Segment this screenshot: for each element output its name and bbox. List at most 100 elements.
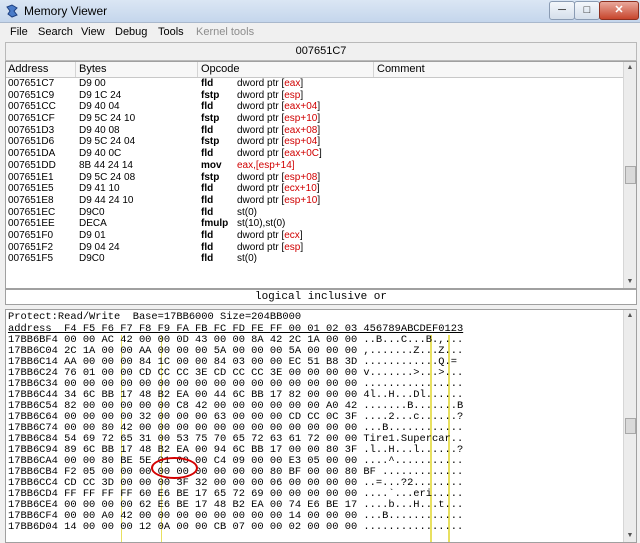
disassembler-rows: 007651C7 D9 00 fld dword ptr [eax] 007651C9 D… — [6, 78, 623, 265]
scroll-thumb[interactable] — [625, 418, 636, 434]
operand-prefix: dword ptr [ — [237, 229, 285, 241]
operand-suffix: ] — [319, 148, 322, 160]
operand-suffix: ] — [300, 89, 304, 101]
menu-file[interactable]: File — [10, 26, 28, 38]
current-address-bar[interactable]: 007651C7 — [5, 42, 637, 61]
menu-debug[interactable]: Debug — [115, 26, 147, 38]
operand-register: esp+10 — [284, 194, 318, 206]
disasm-mnemonic: fld — [201, 194, 214, 206]
operand-prefix: dword ptr [ — [237, 171, 285, 183]
disasm-row[interactable]: 007651C7 D9 00 fld dword ptr [eax] — [6, 78, 623, 90]
disasm-row[interactable]: 007651D3 D9 40 08 fld dword ptr [eax+08] — [6, 125, 623, 137]
title-bar: Memory Viewer ─ □ ✕ — [0, 0, 640, 23]
scroll-down-icon[interactable]: ▼ — [624, 276, 636, 288]
cheat-engine-icon — [6, 4, 18, 18]
operand-prefix: dword ptr [ — [237, 124, 285, 136]
hex-view[interactable]: Protect:Read/Write Base=17BB6000 Size=20… — [5, 309, 637, 543]
menu-view[interactable]: View — [81, 26, 105, 38]
operand-prefix: dword ptr [ — [237, 194, 285, 206]
operand-prefix: st(0) — [237, 206, 257, 218]
operand-prefix: dword ptr [ — [237, 241, 285, 253]
operand-prefix: st(0) — [237, 253, 257, 265]
menu-search[interactable]: Search — [38, 26, 73, 38]
disasm-address: 007651EC — [8, 206, 56, 218]
disasm-mnemonic: fld — [201, 183, 214, 195]
disasm-address: 007651C7 — [8, 78, 55, 89]
operand-register: esp — [284, 89, 301, 101]
disasm-address: 007651C9 — [8, 89, 55, 101]
scroll-down-icon[interactable]: ▼ — [624, 530, 636, 542]
operand-register: esp+04 — [284, 136, 318, 148]
disasm-bytes: D9 5C 24 08 — [79, 171, 136, 183]
disasm-mnemonic: fmulp — [201, 218, 229, 230]
header-bytes[interactable]: Bytes — [79, 63, 107, 75]
disasm-row[interactable]: 007651DD 8B 44 24 14 mov eax,[esp+14] — [6, 160, 623, 172]
operand-suffix: ] — [316, 183, 320, 195]
disasm-row[interactable]: 007651EC D9C0 fld st(0) — [6, 207, 623, 219]
disasm-address: 007651EE — [8, 218, 55, 230]
operand-prefix: dword ptr [ — [237, 101, 285, 113]
disasm-bytes: D9C0 — [79, 206, 105, 218]
maximize-button[interactable]: □ — [574, 1, 600, 20]
scroll-up-icon[interactable]: ▲ — [624, 62, 636, 74]
hex-rows: 17BB6BF4 00 00 AC 42 00 00 0D 43 00 00 8… — [6, 335, 626, 533]
operand-register: eax+08 — [284, 124, 318, 136]
disasm-row[interactable]: 007651F2 D9 04 24 fld dword ptr [esp] — [6, 242, 623, 254]
disasm-operands: dword ptr [esp+04] — [237, 136, 320, 148]
disasm-mnemonic: fld — [201, 241, 214, 253]
disasm-bytes: D9 5C 24 10 — [79, 113, 136, 125]
disasm-mnemonic: fstp — [201, 171, 220, 183]
menu-kernel-tools[interactable]: Kernel tools — [196, 26, 254, 38]
disasm-row[interactable]: 007651C9 D9 1C 24 fstp dword ptr [esp] — [6, 90, 623, 102]
scroll-thumb[interactable] — [625, 166, 636, 184]
close-button[interactable]: ✕ — [599, 1, 639, 20]
disasm-row[interactable]: 007651E8 D9 44 24 10 fld dword ptr [esp+10] — [6, 195, 623, 207]
operand-suffix: ] — [317, 101, 321, 113]
operand-register: esp+08 — [284, 171, 318, 183]
operand-register: ecx — [284, 229, 300, 241]
disasm-row[interactable]: 007651CF D9 5C 24 10 fstp dword ptr [esp+10… — [6, 113, 623, 125]
disasm-operands: dword ptr [eax+0C] — [237, 148, 322, 160]
disasm-row[interactable]: 007651EE DECA fmulp st(10),st(0) — [6, 218, 623, 230]
menu-tools[interactable]: Tools — [158, 26, 184, 38]
disasm-operands: dword ptr [eax+04] — [237, 101, 320, 113]
header-address[interactable]: Address — [8, 63, 48, 75]
operand-prefix: dword ptr [ — [237, 136, 285, 148]
disasm-bytes: D9 44 24 10 — [79, 194, 134, 206]
disasm-row[interactable]: 007651D6 D9 5C 24 04 fstp dword ptr [esp+04… — [6, 136, 623, 148]
operand-prefix: dword ptr [ — [237, 148, 285, 160]
disassembler-scrollbar[interactable]: ▲ ▼ — [623, 62, 636, 288]
window-title: Memory Viewer — [24, 4, 108, 18]
disasm-row[interactable]: 007651E5 D9 41 10 fld dword ptr [ecx+10] — [6, 183, 623, 195]
disasm-row[interactable]: 007651CC D9 40 04 fld dword ptr [eax+04] — [6, 101, 623, 113]
disasm-row[interactable]: 007651E1 D9 5C 24 08 fstp dword ptr [esp+08… — [6, 172, 623, 184]
disasm-operands: dword ptr [esp] — [237, 90, 303, 102]
disasm-row[interactable]: 007651DA D9 40 0C fld dword ptr [eax+0C] — [6, 148, 623, 160]
disasm-mnemonic: fld — [201, 101, 214, 113]
disasm-bytes: D9 41 10 — [79, 183, 120, 195]
disasm-operands: dword ptr [esp+10] — [237, 195, 320, 207]
highlight-circle — [151, 457, 198, 479]
disasm-operands: dword ptr [ecx+10] — [237, 183, 320, 195]
disassembler-header: Address Bytes Opcode Comment — [6, 62, 623, 78]
disassembler-view[interactable]: Address Bytes Opcode Comment 007651C7 D9 … — [5, 61, 637, 289]
hex-scrollbar[interactable]: ▲ ▼ — [623, 310, 636, 542]
disasm-address: 007651E5 — [8, 183, 54, 195]
disasm-address: 007651D3 — [8, 124, 55, 136]
header-opcode[interactable]: Opcode — [201, 63, 240, 75]
hex-row[interactable]: 17BB6D04 14 00 00 00 12 0A 00 00 CB 07 0… — [8, 522, 628, 533]
disasm-mnemonic: mov — [201, 159, 222, 171]
disasm-row[interactable]: 007651F0 D9 01 fld dword ptr [ecx] — [6, 230, 623, 242]
operand-prefix: dword ptr [ — [237, 89, 285, 101]
disasm-mnemonic: fstp — [201, 113, 220, 125]
scroll-up-icon[interactable]: ▲ — [624, 310, 636, 322]
minimize-button[interactable]: ─ — [549, 1, 575, 20]
disasm-row[interactable]: 007651F5 D9C0 fld st(0) — [6, 253, 623, 265]
operand-register: ecx+10 — [284, 183, 317, 195]
disasm-address: 007651F5 — [8, 253, 54, 265]
operand-register: esp+10 — [284, 113, 318, 125]
disasm-bytes: D9C0 — [79, 253, 105, 265]
header-comment[interactable]: Comment — [377, 63, 425, 75]
disasm-bytes: D9 40 0C — [79, 148, 122, 160]
operand-prefix: dword ptr [ — [237, 78, 285, 89]
